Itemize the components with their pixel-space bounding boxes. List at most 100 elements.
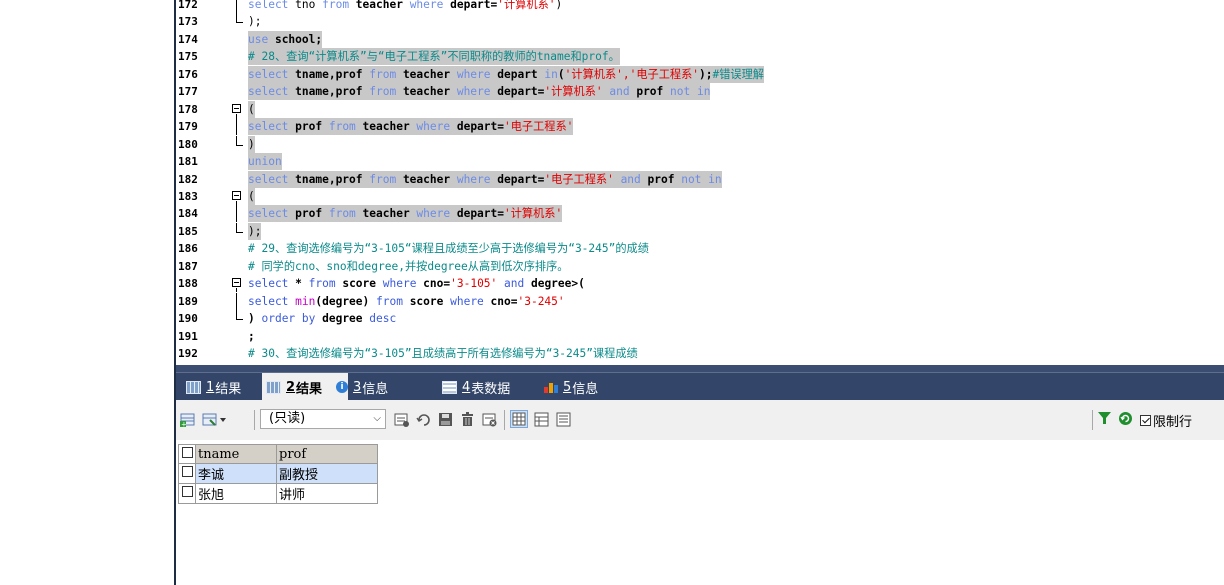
code-token: select [248, 85, 296, 99]
line-number: 179 [178, 120, 198, 134]
code-token: * [295, 277, 309, 291]
code-token: teacher [402, 67, 457, 81]
code-line[interactable]: 176 select tname,prof from teacher where … [176, 65, 1224, 83]
results-toolbar: + (只读) ⌵ 限制行 [176, 400, 1224, 441]
code-token: where [409, 0, 451, 11]
tab-4[interactable]: 4 表数据 [438, 373, 536, 401]
code-token: use [248, 32, 275, 46]
save-row-icon[interactable] [394, 412, 409, 427]
code-text: select tname,prof from teacher where dep… [248, 170, 722, 188]
code-token: where [456, 172, 498, 186]
column-header-tname[interactable]: tname [195, 444, 277, 464]
code-line[interactable]: 187 # 同学的cno、sno和degree,并按degree从高到低次序排序。 [176, 258, 1224, 275]
code-line[interactable]: 192 # 30、查询选修编号为“3-105”且成绩高于所有选修编号为“3-245… [176, 345, 1224, 362]
code-token: ( [248, 102, 255, 116]
tab-5[interactable]: 5 信息 [540, 373, 620, 401]
code-text: ) order by degree desc [248, 310, 396, 327]
chart-icon [544, 381, 558, 393]
row-checkbox[interactable] [181, 466, 193, 477]
code-line[interactable]: 191; [176, 328, 1224, 345]
code-text: select prof from teacher where depart='电… [248, 118, 574, 136]
code-token: prof [295, 207, 329, 221]
fold-guide [232, 118, 246, 136]
table-row[interactable]: 张旭 讲师 [178, 483, 378, 504]
refresh-icon[interactable] [1119, 411, 1132, 429]
fold-toggle-icon[interactable] [232, 275, 246, 293]
select-all-cell[interactable] [178, 444, 196, 464]
text-view-icon[interactable] [556, 412, 571, 427]
code-token: prof [295, 120, 329, 134]
add-row-icon[interactable]: + [180, 412, 195, 429]
code-text: select tno from teacher where depart='计算… [248, 0, 562, 13]
code-line[interactable]: 180) [176, 135, 1224, 153]
code-token: ( [557, 67, 565, 81]
code-token: and [609, 85, 637, 99]
code-line[interactable]: 175 # 28、查询“计算机系”与“电子工程系”不同职称的教师的tname和pr… [176, 48, 1224, 66]
refresh-data-icon[interactable] [416, 412, 431, 427]
code-token: from [328, 120, 363, 134]
code-token: #错误理解 [712, 67, 765, 81]
code-line[interactable]: 185); [176, 222, 1224, 240]
row-select-cell[interactable] [178, 463, 196, 484]
export-menu-icon[interactable] [202, 412, 228, 427]
code-line[interactable]: 177 select tname,prof from teacher where … [176, 83, 1224, 101]
code-text: ; [248, 328, 255, 345]
code-token: from [369, 67, 403, 81]
code-line[interactable]: 186 # 29、查询选修编号为“3-105“课程且成绩至少高于选修编号为“3-2… [176, 240, 1224, 257]
code-line[interactable]: 190) order by degree desc [176, 310, 1224, 327]
code-text: # 28、查询“计算机系”与“电子工程系”不同职称的教师的tname和prof。 [248, 48, 620, 66]
cell-prof[interactable]: 副教授 [276, 463, 378, 484]
select-all-checkbox[interactable] [181, 446, 193, 458]
code-token: # 30、查询选修编号为“3-105”且成绩高于所有选修编号为“3-245”课程… [248, 347, 638, 360]
limit-rows-checkbox[interactable] [1140, 414, 1151, 426]
save-icon[interactable] [438, 412, 453, 427]
code-line[interactable]: 172 select tno from teacher where depart=… [176, 0, 1224, 13]
code-line[interactable]: 182 select tname,prof from teacher where … [176, 170, 1224, 188]
code-line[interactable]: 173); [176, 13, 1224, 30]
form-view-icon[interactable] [534, 412, 549, 427]
code-line[interactable]: 174 use school; [176, 30, 1224, 48]
code-token: '电子工程系' [544, 172, 621, 186]
cell-prof[interactable]: 讲师 [276, 483, 378, 504]
filter-icon[interactable] [1098, 411, 1111, 429]
tab-1[interactable]: 1 结果 [182, 373, 260, 401]
code-line[interactable]: 181 union [176, 153, 1224, 171]
code-line[interactable]: 178 ( [176, 100, 1224, 118]
code-token: degree>( [530, 277, 585, 291]
code-token: where [382, 277, 424, 291]
row-select-cell[interactable] [178, 483, 196, 504]
delete-icon[interactable] [460, 412, 475, 427]
code-token: from [369, 172, 403, 186]
left-panel [0, 0, 176, 585]
code-line[interactable]: 184 select prof from teacher where depart… [176, 205, 1224, 223]
line-number: 178 [178, 102, 198, 116]
code-text: union [248, 153, 282, 171]
code-line[interactable]: 188 select * from score where cno='3-105'… [176, 275, 1224, 293]
code-line[interactable]: 189 select min(degree) from score where c… [176, 292, 1224, 310]
line-number: 181 [178, 155, 198, 169]
code-line[interactable]: 183 ( [176, 187, 1224, 205]
sql-editor[interactable]: 172 select tno from teacher where depart=… [176, 0, 1224, 365]
code-token: depart= [456, 120, 504, 134]
info-icon: i [336, 381, 348, 393]
cell-tname[interactable]: 李诚 [195, 463, 277, 484]
code-line[interactable]: 179 select prof from teacher where depart… [176, 118, 1224, 136]
tab-3[interactable]: i 3 信息 [332, 373, 432, 401]
code-token: in [544, 67, 558, 81]
grid-view-icon[interactable] [510, 410, 528, 428]
code-token: (degree) [315, 294, 376, 308]
splitter[interactable] [176, 365, 1224, 372]
fold-guide [232, 0, 246, 13]
fold-toggle-icon[interactable] [232, 101, 246, 118]
code-text: ); [248, 222, 262, 240]
column-header-prof[interactable]: prof [276, 444, 378, 464]
cancel-changes-icon[interactable] [482, 412, 497, 427]
code-text: ( [248, 100, 255, 118]
table-row[interactable]: 李诚 副教授 [178, 463, 378, 484]
row-checkbox[interactable] [181, 486, 193, 497]
fold-toggle-icon[interactable] [232, 188, 246, 205]
cell-tname[interactable]: 张旭 [195, 483, 277, 504]
code-token: depart [497, 67, 545, 81]
readonly-select[interactable]: (只读) ⌵ [260, 409, 386, 429]
line-number: 191 [178, 329, 198, 343]
